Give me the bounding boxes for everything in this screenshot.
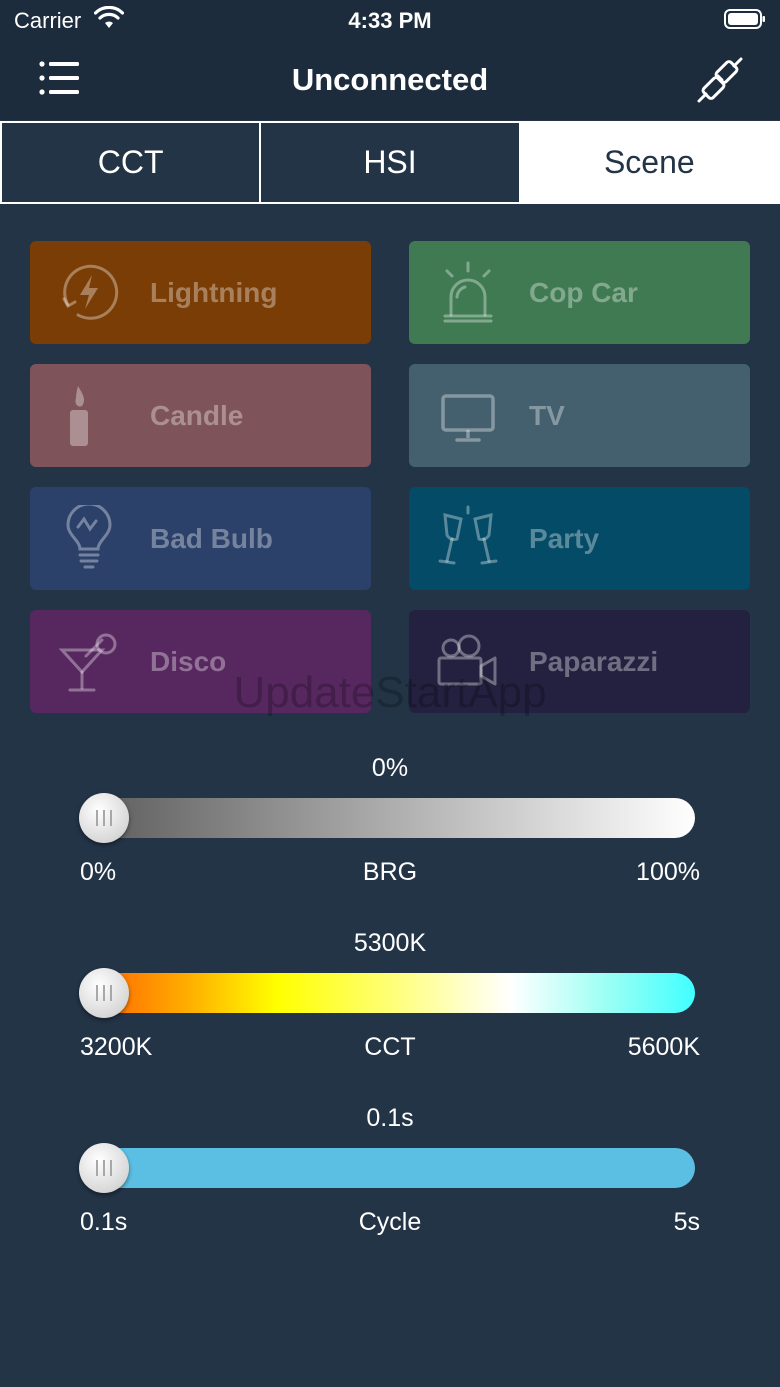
brightness-value: 0% [371, 754, 409, 782]
brightness-track[interactable] [80, 798, 695, 838]
grip-icon [96, 810, 112, 826]
cct-value: 5300K [353, 929, 427, 957]
brightness-max-label: 100% [636, 858, 700, 886]
cycle-max-label: 5s [673, 1208, 700, 1236]
scene-label: TV [529, 400, 565, 431]
tab-cct[interactable]: CCT [2, 123, 262, 202]
grip-icon [96, 985, 112, 1001]
scene-bad-bulb-button[interactable]: Bad Bulb [30, 487, 371, 590]
cct-max-label: 5600K [627, 1033, 700, 1061]
battery-icon [724, 9, 765, 29]
candle-icon [70, 386, 88, 446]
scene-label: Disco [150, 646, 227, 677]
cycle-track[interactable] [80, 1148, 695, 1188]
tv-icon [441, 394, 495, 442]
mode-tabs: CCT HSI Scene [0, 121, 780, 204]
scene-disco-button[interactable]: Disco [30, 610, 371, 713]
cocktail-icon [58, 633, 117, 692]
cycle-label: Cycle [358, 1208, 422, 1236]
scene-label: Paparazzi [529, 646, 659, 677]
scene-grid: Lightning Cop Car Candle TV Bad Bulb Par… [30, 241, 750, 713]
cct-thumb[interactable] [79, 968, 129, 1018]
cycle-thumb[interactable] [79, 1143, 129, 1193]
lightbulb-icon [66, 505, 112, 569]
scene-label: Lightning [150, 277, 278, 308]
clock-time: 4:33 PM [348, 8, 432, 33]
police-siren-icon [443, 261, 493, 323]
scene-label: Party [529, 523, 600, 554]
navigation-bar: Unconnected [0, 40, 780, 120]
plug-disconnect-icon[interactable] [694, 54, 746, 106]
scene-lightning-button[interactable]: Lightning [30, 241, 371, 344]
lightning-icon [62, 264, 119, 320]
tab-hsi[interactable]: HSI [261, 123, 521, 202]
scene-label: Cop Car [529, 277, 638, 308]
status-bar: Carrier 4:33 PM [0, 0, 780, 40]
grip-icon [96, 1160, 112, 1176]
scene-paparazzi-button[interactable]: Paparazzi [409, 610, 750, 713]
cycle-value: 0.1s [366, 1104, 414, 1132]
champagne-glasses-icon [438, 505, 498, 565]
scene-candle-button[interactable]: Candle [30, 364, 371, 467]
scene-label: Bad Bulb [150, 523, 273, 554]
scene-party-button[interactable]: Party [409, 487, 750, 590]
cct-track[interactable] [80, 973, 695, 1013]
page-title: Unconnected [291, 62, 489, 97]
scene-tv-button[interactable]: TV [409, 364, 750, 467]
brightness-thumb[interactable] [79, 793, 129, 843]
tab-scene[interactable]: Scene [520, 123, 778, 202]
scene-cop-car-button[interactable]: Cop Car [409, 241, 750, 344]
video-camera-icon [437, 634, 497, 686]
scene-label: Candle [150, 400, 244, 431]
